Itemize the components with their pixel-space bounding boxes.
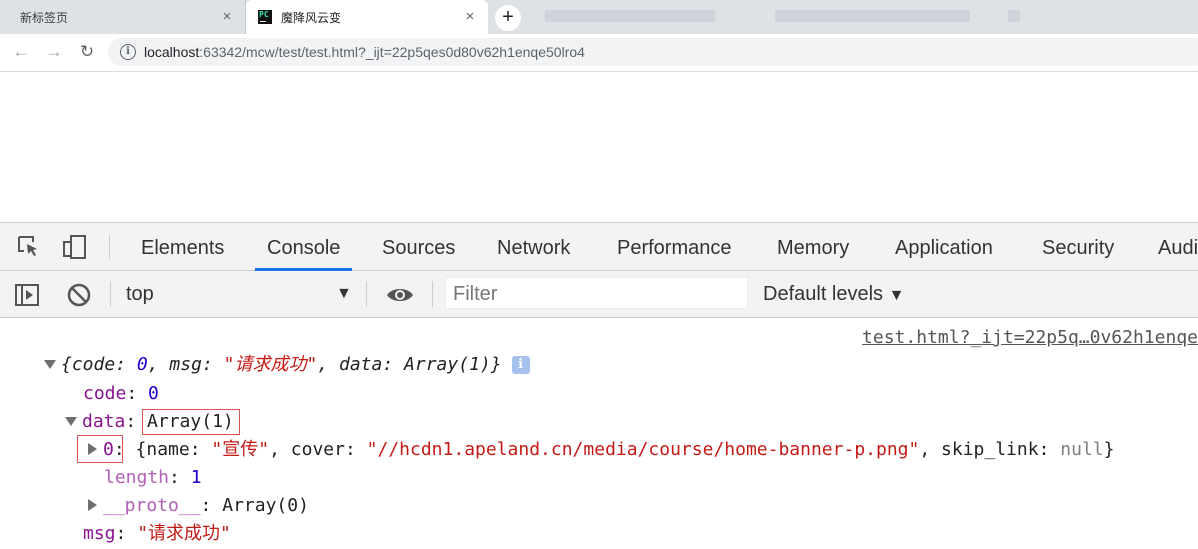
browser-tab-active[interactable]: PC 魔降风云变 × [246,0,488,34]
back-arrow-icon[interactable]: ← [10,41,32,63]
console-object-summary[interactable]: {code: 0, msg: "请求成功", data: Array(1)} i [44,353,530,377]
devtools-tab-bar: Elements Console Sources Network Perform… [0,223,1198,271]
devtools-panel: Elements Console Sources Network Perform… [0,222,1198,549]
info-icon[interactable]: i [120,44,136,60]
tab-network[interactable]: Network [497,223,570,270]
default-levels-dropdown[interactable]: Default levels ▼ [763,283,904,306]
tab-sources[interactable]: Sources [382,223,455,270]
filter-input[interactable]: Filter [445,277,748,309]
tab-performance[interactable]: Performance [617,223,732,270]
new-tab-button[interactable]: + [495,5,521,31]
tab-elements[interactable]: Elements [141,223,224,270]
collapsed-triangle-icon[interactable] [88,499,97,511]
dropdown-arrow-icon: ▼ [888,287,905,304]
forward-arrow-icon[interactable]: → [43,41,65,63]
reload-icon[interactable]: ↻ [76,41,98,63]
console-toolbar: top ▼ Filter Default levels ▼ [0,271,1198,318]
source-link[interactable]: test.html?_ijt=22p5q…0v62h1enqe [862,326,1198,350]
console-output: test.html?_ijt=22p5q…0v62h1enqe {code: 0… [0,318,1198,549]
tab-audits[interactable]: Audi [1158,223,1198,270]
blurred-tab [1008,10,1020,22]
tab-title: 魔降风云变 [281,10,342,25]
toolbar-divider [366,281,367,307]
dropdown-arrow-icon[interactable]: ▼ [336,285,352,303]
expand-triangle-icon[interactable] [44,360,56,369]
toolbar-divider [432,281,433,307]
address-bar[interactable]: i localhost:63342/mcw/test/test.html?_ij… [108,38,1198,66]
tab-application[interactable]: Application [895,223,993,270]
property-proto[interactable]: __proto__: Array(0) [88,494,309,518]
info-icon[interactable]: i [511,356,530,374]
browser-tab-new-tab[interactable]: 新标签页 × [0,0,246,34]
highlight-box-array [142,409,240,435]
clear-console-icon[interactable] [66,282,92,308]
highlight-box-index [77,435,123,463]
close-icon[interactable]: × [462,9,478,25]
browser-tab-strip: 新标签页 × PC 魔降风云变 × + [0,0,1198,34]
toolbar-divider [109,235,110,259]
tab-security[interactable]: Security [1042,223,1114,270]
inspect-element-icon[interactable] [16,234,42,260]
browser-toolbar: ← → ↻ i localhost:63342/mcw/test/test.ht… [0,34,1198,72]
tab-title: 新标签页 [20,10,69,25]
sidebar-toggle-icon[interactable] [14,282,40,308]
property-msg: msg: "请求成功" [83,523,231,544]
blurred-tab [545,10,715,22]
expand-triangle-icon[interactable] [65,417,77,426]
pycharm-icon: PC [258,10,272,24]
eye-icon[interactable] [385,282,415,308]
close-icon[interactable]: × [219,9,235,25]
toolbar-divider [110,281,111,307]
context-selector[interactable]: top [126,283,154,306]
tab-memory[interactable]: Memory [777,223,849,270]
blurred-tab [775,10,970,22]
tab-console[interactable]: Console [254,223,353,271]
property-item-0[interactable]: 0: {name: "宣传", cover: "//hcdn1.apeland.… [88,438,1114,462]
property-code: code: 0 [83,383,159,404]
url-text[interactable]: localhost:63342/mcw/test/test.html?_ijt=… [144,44,585,60]
property-length: length: 1 [104,467,202,488]
device-toolbar-icon[interactable] [62,234,88,260]
